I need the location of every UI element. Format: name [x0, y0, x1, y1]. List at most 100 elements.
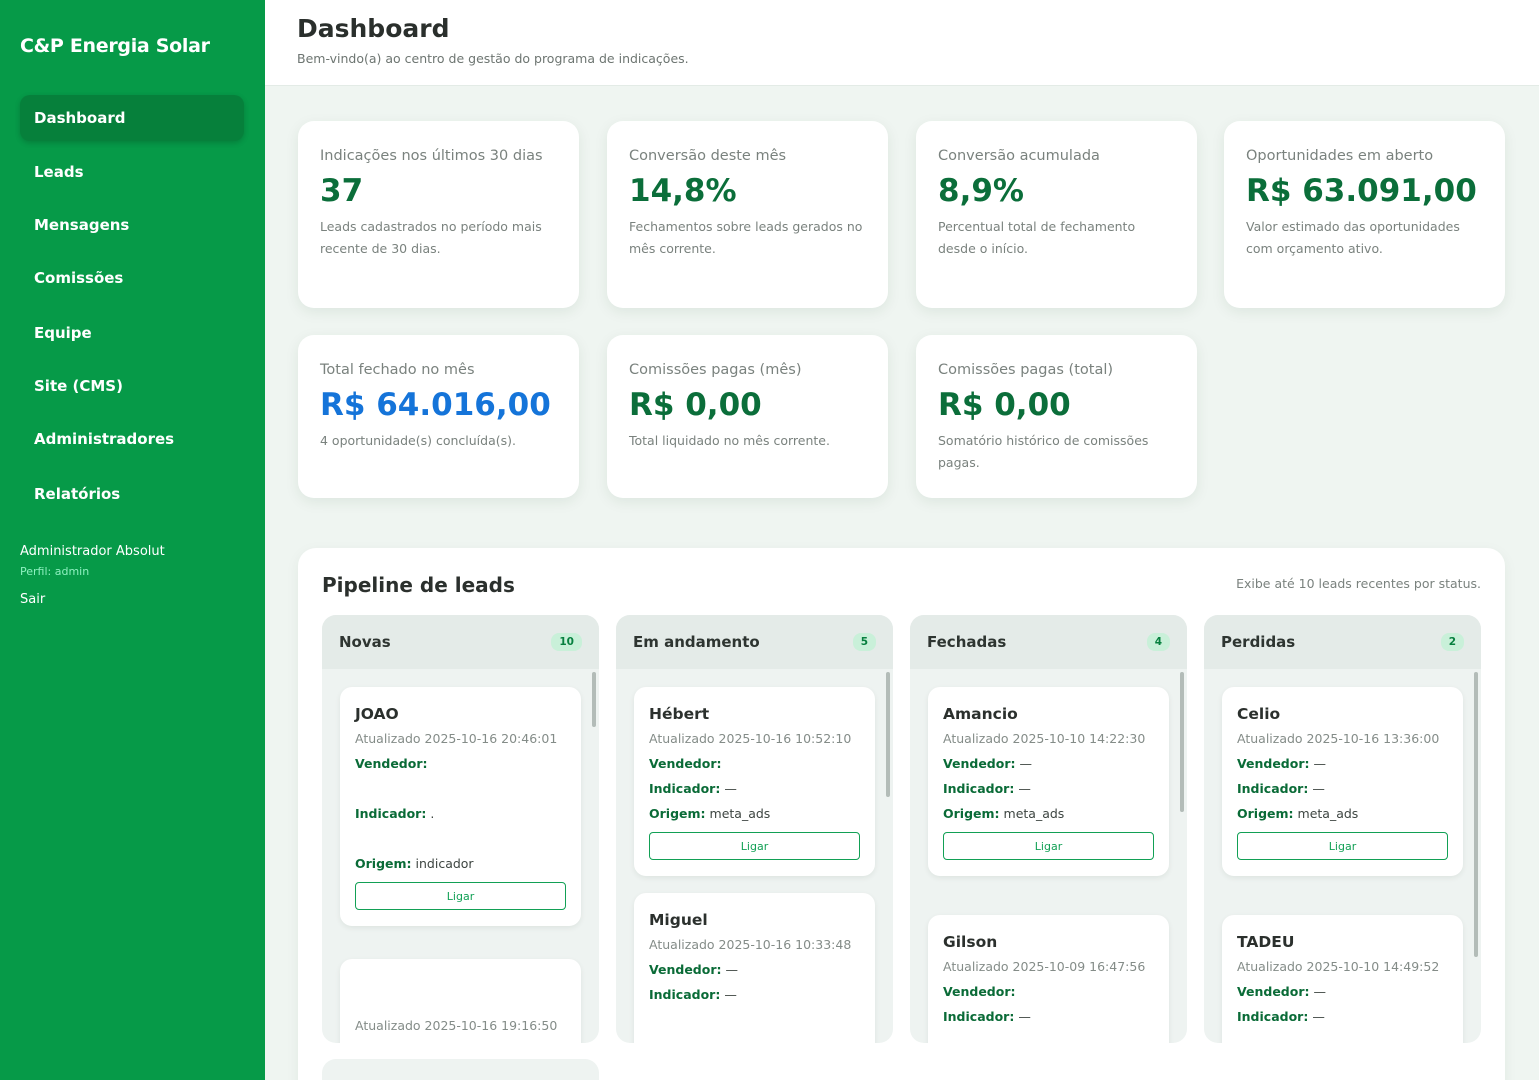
column-scrollbar[interactable]: [1180, 672, 1184, 812]
pipeline-column-perdidas: Perdidas 2 Celio Atualizado 2025-10-16 1…: [1204, 615, 1481, 1043]
call-button[interactable]: Ligar: [943, 832, 1154, 860]
field-key: Indicador:: [1237, 1009, 1309, 1024]
stat-card-comissoes-mes: Comissões pagas (mês) R$ 0,00 Total liqu…: [607, 335, 888, 498]
page-subtitle: Bem-vindo(a) ao centro de gestão do prog…: [297, 51, 689, 66]
lead-card[interactable]: JOAO Atualizado 2025-10-16 20:46:01 Vend…: [340, 687, 581, 926]
lead-updated: Atualizado 2025-10-16 20:46:01: [355, 731, 558, 746]
field-value: —: [1019, 756, 1032, 771]
stat-card-total-fechado: Total fechado no mês R$ 64.016,00 4 opor…: [298, 335, 579, 498]
lead-card[interactable]: Amancio Atualizado 2025-10-10 14:22:30 V…: [928, 687, 1169, 876]
column-title: Novas: [339, 633, 391, 651]
lead-card[interactable]: Gilson Atualizado 2025-10-09 16:47:56 Ve…: [928, 915, 1169, 1043]
sidebar-item-equipe[interactable]: Equipe: [20, 310, 244, 356]
sidebar-item-site-cms[interactable]: Site (CMS): [20, 363, 244, 409]
pipeline-title: Pipeline de leads: [322, 573, 515, 597]
lead-seller: Vendedor: —: [1237, 981, 1448, 1002]
sidebar: C&P Energia Solar Dashboard Leads Mensag…: [0, 0, 265, 1080]
field-key: Vendedor:: [355, 756, 428, 771]
sidebar-item-dashboard[interactable]: Dashboard: [20, 95, 244, 141]
sidebar-item-relatorios[interactable]: Relatórios: [20, 471, 244, 517]
field-value: meta_ads: [709, 806, 771, 821]
stat-value: R$ 0,00: [938, 387, 1071, 423]
field-value: —: [1018, 1009, 1031, 1024]
stat-value: R$ 0,00: [629, 387, 762, 423]
field-key: Indicador:: [649, 781, 721, 796]
lead-referrer: Indicador: —: [943, 778, 1154, 799]
lead-updated: Atualizado 2025-10-09 16:47:56: [943, 959, 1146, 974]
column-scrollbar[interactable]: [592, 672, 596, 727]
field-value: —: [1018, 781, 1031, 796]
field-value: —: [724, 987, 737, 1002]
lead-seller: Vendedor: —: [943, 753, 1154, 774]
stat-value: R$ 63.091,00: [1246, 173, 1477, 209]
lead-name: [355, 975, 566, 997]
logout-link[interactable]: Sair: [20, 592, 45, 607]
lead-updated: Atualizado 2025-10-16 10:33:48: [649, 937, 852, 952]
lead-seller: Vendedor:: [355, 753, 566, 799]
stat-label: Indicações nos últimos 30 dias: [320, 148, 543, 164]
stat-value: 8,9%: [938, 173, 1024, 209]
stat-card-indicacoes: Indicações nos últimos 30 dias 37 Leads …: [298, 121, 579, 308]
lead-name: Miguel: [649, 911, 708, 929]
field-key: Indicador:: [1237, 781, 1309, 796]
field-value: meta_ads: [1003, 806, 1065, 821]
lead-name: Hébert: [649, 705, 710, 723]
lead-name: TADEU: [1237, 933, 1295, 951]
sidebar-item-administradores[interactable]: Administradores: [20, 416, 244, 462]
field-key: Indicador:: [355, 806, 427, 821]
stat-value: 37: [320, 173, 364, 209]
column-scrollbar[interactable]: [1474, 672, 1478, 957]
pipeline-panel: Pipeline de leads Exibe até 10 leads rec…: [298, 548, 1505, 1080]
field-value: —: [725, 962, 738, 977]
lead-origin: Origem: meta_ads: [1237, 803, 1448, 824]
page-title: Dashboard: [297, 14, 450, 43]
field-value: —: [1313, 984, 1326, 999]
call-button[interactable]: Ligar: [355, 882, 566, 910]
lead-seller: Vendedor: —: [649, 959, 860, 980]
pipeline-column-fechadas: Fechadas 4 Amancio Atualizado 2025-10-10…: [910, 615, 1187, 1043]
lead-card[interactable]: TADEU Atualizado 2025-10-10 14:49:52 Ven…: [1222, 915, 1463, 1043]
column-header: Perdidas 2: [1204, 615, 1481, 669]
pipeline-column-next: [322, 1059, 599, 1080]
stat-description: Fechamentos sobre leads gerados no mês c…: [629, 219, 863, 256]
sidebar-item-leads[interactable]: Leads: [20, 149, 244, 195]
lead-card[interactable]: Celio Atualizado 2025-10-16 13:36:00 Ven…: [1222, 687, 1463, 876]
field-key: Origem:: [649, 806, 706, 821]
stat-label: Conversão deste mês: [629, 148, 787, 164]
column-scrollbar[interactable]: [886, 672, 890, 797]
lead-card[interactable]: Miguel Atualizado 2025-10-16 10:33:48 Ve…: [634, 893, 875, 1043]
stat-label: Conversão acumulada: [938, 148, 1100, 164]
lead-seller: Vendedor:: [943, 981, 1154, 1002]
column-count-badge: 4: [1146, 633, 1170, 651]
lead-referrer: Indicador: —: [649, 984, 860, 1005]
field-value: —: [1312, 1009, 1325, 1024]
stat-card-conversao-mes: Conversão deste mês 14,8% Fechamentos so…: [607, 121, 888, 308]
sidebar-item-mensagens[interactable]: Mensagens: [20, 202, 244, 248]
call-button[interactable]: Ligar: [1237, 832, 1448, 860]
field-key: Origem:: [943, 806, 1000, 821]
stat-value: R$ 64.016,00: [320, 387, 551, 423]
lead-referrer: Indicador: —: [649, 778, 860, 799]
lead-referrer: Indicador: .: [355, 803, 566, 849]
field-value: .: [430, 806, 435, 821]
lead-referrer: Indicador: —: [943, 1006, 1154, 1027]
column-title: Perdidas: [1221, 633, 1296, 651]
lead-card[interactable]: Hébert Atualizado 2025-10-16 10:52:10 Ve…: [634, 687, 875, 876]
sidebar-item-comissoes[interactable]: Comissões: [20, 255, 244, 301]
field-key: Vendedor:: [943, 756, 1016, 771]
user-role: Perfil: admin: [20, 565, 90, 578]
lead-seller: Vendedor:: [649, 753, 860, 774]
user-name: Administrador Absolut: [20, 544, 165, 559]
lead-card[interactable]: Atualizado 2025-10-16 19:16:50 Vendedor:: [340, 959, 581, 1043]
field-key: Vendedor:: [649, 962, 722, 977]
stat-label: Comissões pagas (mês): [629, 362, 802, 378]
column-header: Fechadas 4: [910, 615, 1187, 669]
stat-label: Comissões pagas (total): [938, 362, 1114, 378]
brand-logo-text: C&P Energia Solar: [20, 35, 210, 57]
field-key: Indicador:: [943, 781, 1015, 796]
stat-description: 4 oportunidade(s) concluída(s).: [320, 433, 516, 448]
call-button[interactable]: Ligar: [649, 832, 860, 860]
lead-origin: Origem: meta_ads: [649, 803, 860, 824]
page-header: Dashboard Bem-vindo(a) ao centro de gest…: [265, 0, 1539, 86]
column-count-badge: 10: [551, 633, 582, 651]
